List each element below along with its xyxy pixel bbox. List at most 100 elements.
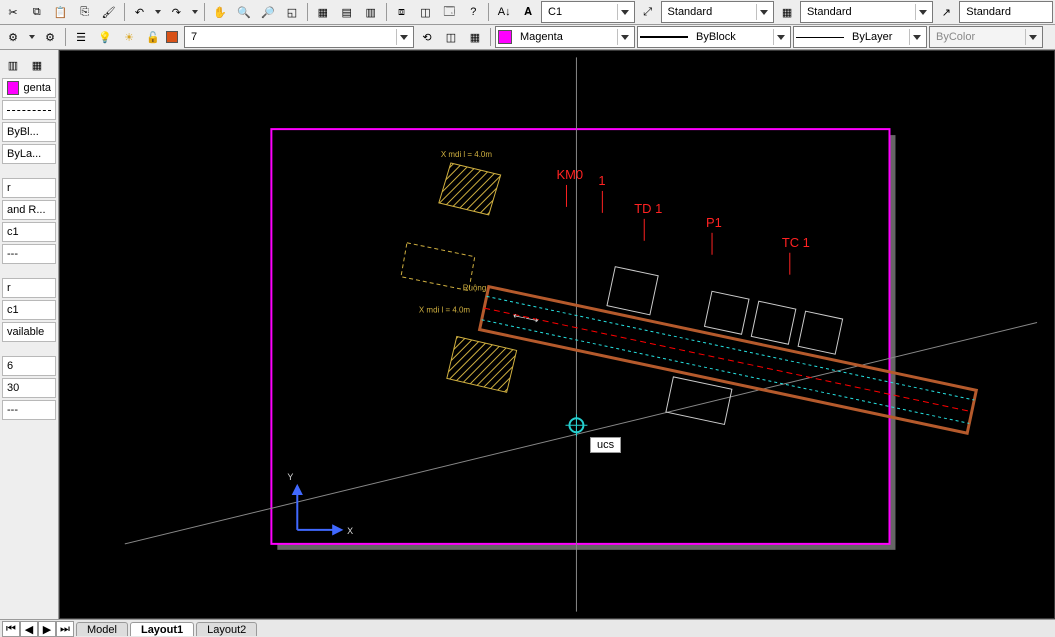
gear2-icon[interactable]: ⚙ bbox=[39, 26, 61, 48]
svg-text:TD 1: TD 1 bbox=[634, 201, 662, 216]
prop-lweight[interactable]: ByLa... bbox=[2, 144, 56, 164]
chevron-down-icon[interactable] bbox=[617, 29, 632, 45]
chevron-down-icon[interactable] bbox=[773, 29, 788, 45]
chevron-down-icon[interactable] bbox=[915, 4, 930, 20]
panel-icon-a[interactable]: ▥ bbox=[2, 54, 24, 76]
zoom-prev-icon[interactable]: 🔎 bbox=[257, 1, 279, 23]
layout-tabs: ⏮ ◀ ▶ ⏭ Model Layout1 Layout2 bbox=[0, 619, 1055, 637]
prop-color[interactable]: genta bbox=[2, 78, 56, 98]
linetype-preview bbox=[640, 36, 688, 38]
separator bbox=[65, 28, 66, 46]
separator bbox=[124, 3, 125, 21]
undo-dropdown[interactable] bbox=[153, 7, 163, 17]
linetype-combo[interactable]: ByBlock bbox=[637, 26, 791, 48]
chevron-down-icon[interactable] bbox=[1025, 29, 1040, 45]
dim-style-combo[interactable]: Standard bbox=[661, 1, 775, 23]
redo-icon[interactable]: ↷ bbox=[165, 1, 187, 23]
linetype-value: ByBlock bbox=[692, 31, 773, 43]
tab-prev-icon[interactable]: ◀ bbox=[20, 621, 38, 637]
separator bbox=[488, 3, 489, 21]
prop-row-dash2[interactable]: --- bbox=[2, 400, 56, 420]
tool-palette-icon[interactable]: ▥ bbox=[360, 1, 382, 23]
paste-icon[interactable]: 📋 bbox=[50, 1, 72, 23]
pan-icon[interactable]: ✋ bbox=[209, 1, 231, 23]
gear-dropdown[interactable] bbox=[27, 32, 37, 42]
prop-row-r2[interactable]: r bbox=[2, 278, 56, 298]
drawing-canvas[interactable]: X Y ⟵⟶ bbox=[59, 50, 1055, 619]
layer-state-icon[interactable]: ◫ bbox=[440, 26, 462, 48]
table-style-combo[interactable]: Standard bbox=[800, 1, 933, 23]
layer-props-icon[interactable]: ☰ bbox=[70, 26, 92, 48]
tab-next-icon[interactable]: ▶ bbox=[38, 621, 56, 637]
copy-icon[interactable]: ⧉ bbox=[26, 1, 48, 23]
prop-row-c1b[interactable]: c1 bbox=[2, 300, 56, 320]
properties-icon[interactable]: ▦ bbox=[312, 1, 334, 23]
zoom-icon[interactable]: 🔍 bbox=[233, 1, 255, 23]
dim-style-value: Standard bbox=[664, 6, 757, 18]
lineweight-combo[interactable]: ByLayer bbox=[793, 26, 927, 48]
tab-layout2[interactable]: Layout2 bbox=[196, 622, 257, 636]
layer-combo[interactable]: 7 bbox=[184, 26, 414, 48]
prop-row-6[interactable]: 6 bbox=[2, 356, 56, 376]
separator bbox=[204, 3, 205, 21]
tab-last-icon[interactable]: ⏭ bbox=[56, 621, 74, 637]
separator bbox=[386, 3, 387, 21]
prop-row-r[interactable]: r bbox=[2, 178, 56, 198]
sheet-icon[interactable]: ⧈ bbox=[391, 1, 413, 23]
mleader-icon[interactable]: ↗ bbox=[935, 1, 957, 23]
layer-prev-icon[interactable]: ⟲ bbox=[416, 26, 438, 48]
text-style-icon[interactable]: A↓ bbox=[493, 1, 515, 23]
mleader-style-combo[interactable]: Standard bbox=[959, 1, 1053, 23]
chevron-down-icon[interactable] bbox=[909, 29, 924, 45]
svg-text:X mdi l = 4.0m: X mdi l = 4.0m bbox=[441, 150, 493, 159]
svg-text:Ruộng: Ruộng bbox=[463, 284, 486, 293]
match-prop-icon[interactable]: 🖌 bbox=[98, 1, 120, 23]
design-center-icon[interactable]: ▤ bbox=[336, 1, 358, 23]
prop-linetype[interactable] bbox=[2, 100, 56, 120]
text-style-value: C1 bbox=[544, 6, 617, 18]
layout-svg: X Y ⟵⟶ bbox=[60, 51, 1054, 618]
chevron-down-icon[interactable] bbox=[756, 4, 771, 20]
svg-text:Y: Y bbox=[287, 472, 293, 482]
ucs-tooltip: ucs bbox=[590, 437, 621, 453]
table-style-icon[interactable]: ▦ bbox=[776, 1, 798, 23]
dim-style-icon[interactable]: ⤢ bbox=[637, 1, 659, 23]
undo-icon[interactable]: ↶ bbox=[129, 1, 151, 23]
calc-icon[interactable]: 🗔 bbox=[438, 1, 460, 23]
tab-model[interactable]: Model bbox=[76, 622, 128, 636]
svg-text:X mdi l = 4.0m: X mdi l = 4.0m bbox=[419, 306, 471, 315]
layer-iso-icon[interactable]: ▦ bbox=[464, 26, 486, 48]
text-style-combo[interactable]: C1 bbox=[541, 1, 635, 23]
gear-icon[interactable]: ⚙ bbox=[2, 26, 24, 48]
tab-layout1[interactable]: Layout1 bbox=[130, 622, 194, 636]
chevron-down-icon[interactable] bbox=[396, 29, 411, 45]
zoom-extents-icon[interactable]: ◱ bbox=[281, 1, 303, 23]
copy-prop-icon[interactable]: ⎘ bbox=[74, 1, 96, 23]
markup-icon[interactable]: ◫ bbox=[415, 1, 437, 23]
table-style-value: Standard bbox=[803, 6, 915, 18]
prop-row-avail[interactable]: vailable bbox=[2, 322, 56, 342]
color-value: Magenta bbox=[516, 31, 617, 43]
svg-text:TC 1: TC 1 bbox=[782, 235, 810, 250]
prop-ltype-val[interactable]: ByBl... bbox=[2, 122, 56, 142]
panel-icon-b[interactable]: ▦ bbox=[26, 54, 48, 76]
plotstyle-combo[interactable]: ByColor bbox=[929, 26, 1043, 48]
chevron-down-icon[interactable] bbox=[617, 4, 632, 20]
layer-color-swatch bbox=[166, 31, 178, 43]
prop-row-c1[interactable]: c1 bbox=[2, 222, 56, 242]
scissors-icon[interactable]: ✂ bbox=[2, 1, 24, 23]
tab-first-icon[interactable]: ⏮ bbox=[2, 621, 20, 637]
text-tool-icon[interactable]: 𝐀 bbox=[517, 1, 539, 23]
svg-text:P1: P1 bbox=[706, 215, 722, 230]
prop-row-dash[interactable]: --- bbox=[2, 244, 56, 264]
lineweight-preview bbox=[796, 37, 844, 38]
layer-lock-icon[interactable]: 🔓 bbox=[142, 26, 164, 48]
color-combo[interactable]: Magenta bbox=[495, 26, 635, 48]
help-icon[interactable]: ? bbox=[462, 1, 484, 23]
prop-row-andr[interactable]: and R... bbox=[2, 200, 56, 220]
prop-row-80[interactable]: 30 bbox=[2, 378, 56, 398]
redo-dropdown[interactable] bbox=[190, 7, 200, 17]
separator bbox=[307, 3, 308, 21]
layer-sun-icon[interactable]: ☀ bbox=[118, 26, 140, 48]
layer-bulb-icon[interactable]: 💡 bbox=[94, 26, 116, 48]
